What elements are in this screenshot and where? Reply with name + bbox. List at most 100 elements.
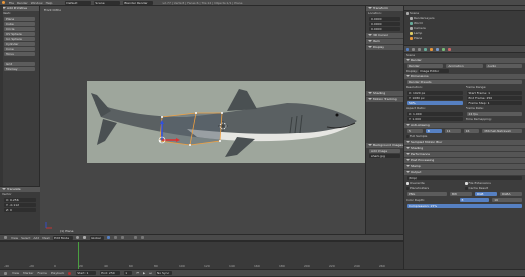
mode-selector[interactable]: Edit Mode bbox=[53, 235, 74, 240]
add-plane-button[interactable]: Plane bbox=[4, 17, 35, 21]
frame-step-input[interactable]: Frame Step: 1 bbox=[466, 101, 522, 105]
cache-result-checkbox[interactable]: Cache Result bbox=[464, 186, 524, 191]
timeline-frame-menu[interactable]: Frame bbox=[38, 271, 47, 275]
add-image-button[interactable]: Add Image bbox=[369, 149, 400, 153]
n-panel-item[interactable]: Item bbox=[366, 39, 403, 44]
rgb-button[interactable]: RGB bbox=[475, 192, 497, 196]
timeline-marker-menu[interactable]: Marker bbox=[23, 271, 33, 275]
layers-tab-icon[interactable] bbox=[412, 47, 415, 51]
background-image-name[interactable]: shark.jpg bbox=[369, 154, 400, 158]
jump-start-icon[interactable]: ⏮ bbox=[136, 271, 139, 275]
compression-slider[interactable]: Compression: 15% bbox=[407, 204, 522, 208]
scene-tab-icon[interactable] bbox=[418, 47, 421, 51]
aa-16-button[interactable]: 16 bbox=[463, 129, 480, 133]
timeline[interactable]: -40 -20 0 20 40 60 80 100 120 140 160 180 200 220 240 2… bbox=[0, 241, 403, 270]
mesh-menu[interactable]: Mesh bbox=[42, 236, 50, 240]
vertex-select-icon[interactable] bbox=[107, 236, 111, 239]
output-header[interactable]: Output bbox=[404, 170, 525, 175]
render-tab-icon[interactable] bbox=[406, 47, 409, 51]
sync-selector[interactable]: No Sync bbox=[155, 271, 172, 275]
record-icon[interactable] bbox=[68, 271, 72, 275]
shading-icon[interactable] bbox=[76, 236, 80, 239]
end-frame-field[interactable]: End: 250 bbox=[100, 271, 121, 275]
world-tab-icon[interactable] bbox=[424, 47, 427, 51]
audio-button[interactable]: Audio bbox=[485, 64, 522, 68]
timeline-view-menu[interactable]: View bbox=[12, 271, 19, 275]
snap-icon[interactable] bbox=[134, 236, 138, 239]
dimensions-panel-header[interactable]: Dimensions bbox=[404, 74, 525, 79]
n-panel-3d-cursor[interactable]: 3D Cursor bbox=[366, 33, 403, 38]
start-frame-input[interactable]: Start Frame: 1 bbox=[466, 91, 522, 95]
location-z-field[interactable]: 0.0000 bbox=[369, 27, 400, 31]
aa-11-button[interactable]: 11 bbox=[444, 129, 461, 133]
aa-filter-selector[interactable]: Mitchell-Netravali bbox=[482, 129, 523, 133]
vector-y-field[interactable]: Y: -0.112 bbox=[4, 203, 36, 207]
select-menu[interactable]: Select bbox=[21, 236, 30, 240]
aspect-y-field[interactable]: Y: 1.000 bbox=[407, 117, 463, 121]
render-presets-selector[interactable]: Render Presets bbox=[407, 80, 522, 84]
editor-type-icon[interactable] bbox=[4, 236, 7, 239]
add-ico-sphere-button[interactable]: Ico Sphere bbox=[4, 37, 35, 41]
edge-select-icon[interactable] bbox=[114, 236, 118, 239]
vector-x-field[interactable]: X: 0.256 bbox=[4, 198, 36, 202]
add-cylinder-button[interactable]: Cylinder bbox=[4, 42, 35, 46]
outliner-item-plane[interactable]: Plane bbox=[404, 36, 525, 41]
menu-help[interactable]: Help bbox=[46, 1, 53, 5]
bw-button[interactable]: BW bbox=[450, 192, 472, 196]
pivot-icon[interactable] bbox=[83, 236, 87, 239]
n-panel-background-images[interactable]: Background Images bbox=[366, 143, 403, 148]
display-selector[interactable]: Image Editor bbox=[418, 69, 449, 73]
resolution-percent-slider[interactable]: 50% bbox=[407, 101, 463, 105]
3d-viewport[interactable]: Front Ortho (1) Plane Transform Location… bbox=[40, 6, 403, 234]
orientation-selector[interactable]: Global bbox=[90, 235, 105, 240]
current-frame-field[interactable]: 1 bbox=[124, 271, 133, 275]
add-uv-sphere-button[interactable]: UV Sphere bbox=[4, 32, 35, 36]
play-icon[interactable]: ▶ bbox=[143, 271, 145, 275]
location-y-field[interactable]: 0.0000 bbox=[369, 22, 400, 26]
animation-button[interactable]: Animation bbox=[446, 64, 483, 68]
frame-rate-selector[interactable]: 24 fps bbox=[466, 112, 522, 116]
resolution-y-field[interactable]: Y: 1080 px bbox=[407, 96, 463, 100]
depth-16-button[interactable]: 16 bbox=[492, 198, 522, 202]
view-menu[interactable]: View bbox=[11, 236, 18, 240]
end-frame-input[interactable]: End Frame: 250 bbox=[466, 96, 522, 100]
modifier-tab-icon[interactable] bbox=[436, 47, 439, 51]
render-button[interactable]: Render bbox=[407, 64, 444, 68]
menu-render[interactable]: Render bbox=[17, 1, 28, 5]
placeholders-checkbox[interactable]: Placeholders bbox=[406, 186, 465, 191]
depth-8-button[interactable]: 8 bbox=[459, 198, 490, 202]
layout-selector[interactable]: Default bbox=[65, 0, 92, 5]
add-cube-button[interactable]: Cube bbox=[4, 22, 35, 26]
render-engine-selector[interactable]: Blender Render bbox=[123, 0, 154, 5]
resolution-x-field[interactable]: X: 1920 px bbox=[407, 91, 463, 95]
material-tab-icon[interactable] bbox=[448, 47, 451, 51]
add-circle-button[interactable]: Circle bbox=[4, 27, 35, 31]
vector-z-field[interactable]: Z: 0 bbox=[4, 208, 36, 212]
shading-header[interactable]: Shading bbox=[404, 146, 525, 151]
timeline-editor-icon[interactable] bbox=[4, 271, 7, 275]
face-select-icon[interactable] bbox=[121, 236, 125, 239]
render-preview-icon[interactable] bbox=[141, 236, 145, 239]
full-sample-checkbox[interactable]: Full Sample bbox=[404, 134, 525, 139]
file-format-selector[interactable]: PNG bbox=[407, 192, 447, 196]
menu-file[interactable]: File bbox=[9, 1, 14, 5]
start-frame-field[interactable]: Start: 1 bbox=[76, 271, 97, 275]
n-panel-shading[interactable]: Shading bbox=[366, 91, 403, 96]
motion-blur-header[interactable]: Sampled Motion Blur bbox=[404, 140, 525, 145]
performance-header[interactable]: Performance bbox=[404, 152, 525, 157]
stamp-header[interactable]: Stamp bbox=[404, 164, 525, 169]
add-torus-button[interactable]: Torus bbox=[4, 52, 35, 56]
add-grid-button[interactable]: Grid bbox=[4, 62, 35, 66]
post-processing-header[interactable]: Post Processing bbox=[404, 158, 525, 163]
transform-manipulator[interactable] bbox=[152, 118, 182, 148]
location-x-field[interactable]: 0.0000 bbox=[369, 17, 400, 21]
data-tab-icon[interactable] bbox=[442, 47, 445, 51]
timeline-playback-menu[interactable]: Playback bbox=[51, 271, 64, 275]
aa-8-button[interactable]: 8 bbox=[425, 129, 442, 133]
add-cone-button[interactable]: Cone bbox=[4, 47, 35, 51]
output-path-field[interactable]: /tmp\ bbox=[407, 176, 522, 180]
object-tab-icon[interactable] bbox=[430, 47, 433, 51]
add-monkey-button[interactable]: Monkey bbox=[4, 67, 35, 71]
scene-selector[interactable]: Scene bbox=[94, 0, 121, 5]
menu-window[interactable]: Window bbox=[31, 1, 43, 5]
